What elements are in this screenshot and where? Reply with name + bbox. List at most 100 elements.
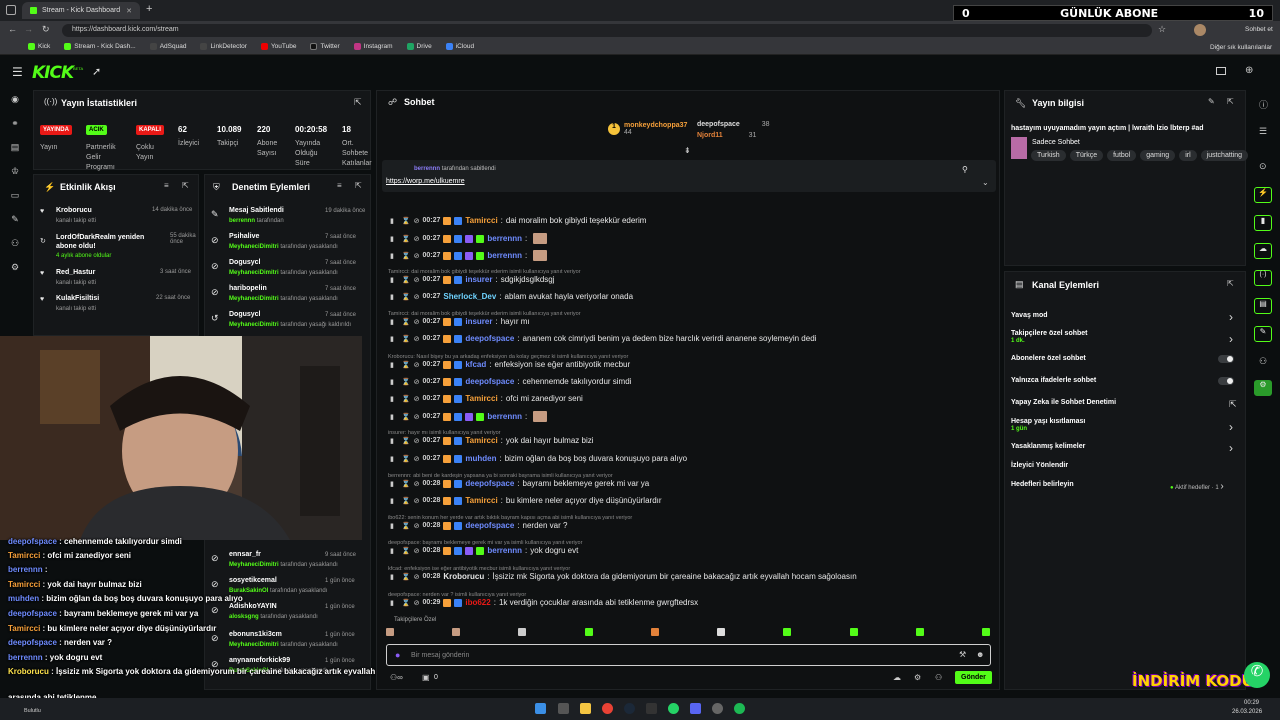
chevron-right-icon[interactable]: ›	[1229, 310, 1233, 324]
layout-icon[interactable]	[1216, 67, 1226, 75]
pin-action-icon[interactable]: ▮	[390, 378, 394, 386]
ban-action-icon[interactable]: ⊘	[414, 497, 420, 505]
message-username[interactable]: Tamircci	[465, 436, 497, 445]
emote-picker-icon[interactable]: ☻	[976, 650, 984, 659]
emote-icon[interactable]	[650, 628, 659, 636]
message-username[interactable]: berrennn	[487, 546, 522, 555]
activity-filter-icon[interactable]: ≡	[164, 181, 169, 190]
message-username[interactable]: Sherlock_Dev	[443, 292, 496, 301]
message-username[interactable]: Tamircci	[465, 496, 497, 505]
chat-tool-icon[interactable]: ☁	[1254, 243, 1272, 259]
toggle-switch[interactable]	[1218, 355, 1234, 363]
moderation-target[interactable]: haribopelin	[229, 285, 267, 292]
ban-action-icon[interactable]: ⊘	[414, 573, 420, 581]
chat-message[interactable]: ▮ ⌛ ⊘ 00:28 deepofspace: nerden var ?	[390, 521, 567, 530]
pin-action-icon[interactable]: ▮	[390, 522, 394, 530]
pin-action-icon[interactable]: ▮	[390, 293, 394, 301]
clock-date[interactable]: 26.03.2026	[1232, 709, 1262, 715]
timeout-action-icon[interactable]: ⌛	[402, 497, 411, 505]
ban-action-icon[interactable]: ⊘	[414, 276, 420, 284]
chevron-right-icon[interactable]: ›	[1229, 441, 1233, 455]
tab-stream-dashboard[interactable]: Stream - Kick Dashboard ✕	[22, 2, 140, 19]
ban-action-icon[interactable]: ⊘	[414, 335, 420, 343]
bookmark-instagram[interactable]: Instagram	[353, 43, 393, 51]
moderation-target[interactable]: Psihalive	[229, 233, 259, 240]
document-nav-icon[interactable]: ▭	[10, 190, 20, 200]
active-tool-icon[interactable]: ⚙	[1254, 380, 1272, 396]
bookmark-linkdetector[interactable]: LinkDetector	[200, 43, 247, 51]
timeout-action-icon[interactable]: ⌛	[402, 599, 411, 607]
top-gifter-1[interactable]: 1 monkeydchoppa37 44	[608, 122, 687, 136]
message-username[interactable]: Tamircci	[465, 394, 497, 403]
message-username[interactable]: deepofspace	[465, 521, 514, 530]
emote-icon[interactable]	[783, 628, 792, 636]
message-username[interactable]: berrennn	[487, 251, 522, 260]
pin-action-icon[interactable]: ▮	[390, 480, 394, 488]
chat-message[interactable]: ▮ ⌛ ⊘ 00:27 deepofspace: cehennemde takı…	[390, 377, 631, 386]
chat-message[interactable]: ▮ ⌛ ⊘ 00:28 deepofspace: bayramı bekleme…	[390, 479, 649, 488]
tag[interactable]: gaming	[1140, 150, 1176, 161]
timeout-action-icon[interactable]: ⌛	[402, 361, 411, 369]
active-goals-indicator[interactable]: ● Aktif hedefler · 1 ›	[1170, 481, 1224, 492]
pin-action-icon[interactable]: ▮	[390, 335, 394, 343]
other-bookmarks[interactable]: Diğer sık kullanılanlar	[1210, 44, 1272, 51]
pinned-link[interactable]: https://worp.me/ulkuemre	[386, 178, 465, 185]
search-icon[interactable]	[558, 703, 569, 714]
bookmark-icloud[interactable]: iCloud	[445, 43, 474, 51]
moderation-target[interactable]: AdishkoYAYIN	[229, 603, 277, 610]
timeout-action-icon[interactable]: ⌛	[402, 395, 411, 403]
chat-message[interactable]: ▮ ⌛ ⊘ 00:27 Sherlock_Dev: ablam avukat h…	[390, 292, 633, 301]
community-tool-icon[interactable]: ⚇	[1259, 356, 1267, 367]
reload-icon[interactable]: ↻	[42, 24, 50, 35]
link-nav-icon[interactable]: ⚭	[10, 118, 20, 128]
bookmark-stream[interactable]: Stream - Kick Dash...	[64, 43, 136, 51]
pin-action-icon[interactable]: ▮	[390, 413, 394, 421]
ban-action-icon[interactable]: ⊘	[414, 480, 420, 488]
message-username[interactable]: ibo622	[465, 598, 490, 607]
tag[interactable]: Türkçe	[1069, 150, 1104, 161]
chat-message[interactable]: ▮ ⌛ ⊘ 00:27 Tamircci: yok dai hayır bulm…	[390, 436, 594, 445]
emote-icon[interactable]	[518, 628, 527, 636]
timeout-action-icon[interactable]: ⌛	[402, 235, 411, 243]
message-username[interactable]: muhden	[465, 454, 496, 463]
message-username[interactable]: deepofspace	[465, 334, 514, 343]
moderation-target[interactable]: Mesaj Sabitlendi	[229, 207, 284, 214]
stats-popout-icon[interactable]: ⇱	[354, 97, 362, 108]
collapse-gifters-icon[interactable]: ⇟	[684, 146, 691, 155]
stream-info-popout-icon[interactable]: ⇱	[1227, 97, 1234, 106]
chevron-right-icon[interactable]: ›	[1229, 332, 1233, 346]
chat-message[interactable]: ▮ ⌛ ⊘ 00:27 kfcad: enfeksiyon ise eğer a…	[390, 360, 630, 369]
toggle-switch[interactable]	[1218, 377, 1234, 385]
pin-action-icon[interactable]: ▮	[390, 599, 394, 607]
external-link-icon[interactable]: ⇱	[1229, 399, 1237, 410]
tag[interactable]: irl	[1179, 150, 1197, 161]
emote-icon[interactable]	[452, 628, 461, 636]
ban-action-icon[interactable]: ⊘	[414, 395, 420, 403]
bookmark-kick[interactable]: Kick	[28, 43, 50, 51]
activity-popout-icon[interactable]: ⇱	[182, 181, 189, 190]
target-icon[interactable]: ⊙	[1259, 161, 1267, 172]
lightning-tool-icon[interactable]: ⚡	[1254, 187, 1272, 203]
ban-action-icon[interactable]: ⊘	[414, 235, 420, 243]
emote-icon[interactable]	[717, 628, 726, 636]
settings-nav-icon[interactable]: ⚙	[10, 262, 20, 272]
community-nav-icon[interactable]: ⚇	[10, 238, 20, 248]
chat-message[interactable]: ▮ ⌛ ⊘ 00:27 Tamircci: dai moralim bok gi…	[390, 216, 646, 225]
timeout-action-icon[interactable]: ⌛	[402, 318, 411, 326]
chat-input-placeholder[interactable]: Bir mesaj gönderin	[411, 652, 469, 659]
message-username[interactable]: kfcad	[465, 360, 486, 369]
timeout-action-icon[interactable]: ⌛	[402, 217, 411, 225]
pin-action-icon[interactable]: ▮	[390, 573, 394, 581]
close-tab-icon[interactable]: ✕	[126, 7, 132, 15]
category-name[interactable]: Sadece Sohbet	[1032, 139, 1080, 146]
explorer-icon[interactable]	[580, 703, 591, 714]
message-username[interactable]: Kroborucu	[443, 572, 484, 581]
terminal-icon[interactable]	[646, 703, 657, 714]
ban-action-icon[interactable]: ⊘	[414, 361, 420, 369]
pin-action-icon[interactable]: ▮	[390, 395, 394, 403]
pin-action-icon[interactable]: ▮	[390, 361, 394, 369]
channel-action-item[interactable]: Yasaklanmış kelimeler	[1011, 443, 1085, 450]
chat-message[interactable]: ▮ ⌛ ⊘ 00:28 Tamircci: bu kimlere neler a…	[390, 496, 662, 505]
pin-action-icon[interactable]: ▮	[390, 276, 394, 284]
moderation-target[interactable]: ennsar_fr	[229, 551, 261, 558]
